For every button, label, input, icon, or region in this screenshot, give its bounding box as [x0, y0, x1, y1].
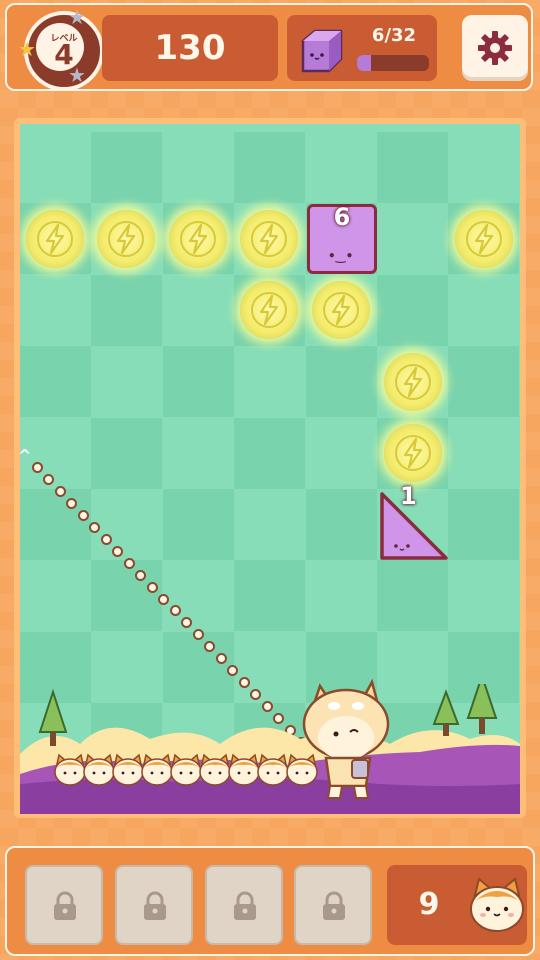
score-value: 130	[154, 28, 226, 68]
board-cell	[377, 132, 448, 203]
board-cell	[91, 132, 163, 203]
score-box: 130	[102, 15, 278, 81]
board-cell	[234, 132, 306, 203]
lock-icon	[54, 891, 76, 920]
locked-slot-1[interactable]	[25, 865, 103, 945]
lightning-powerup	[240, 281, 298, 339]
board-cell	[20, 346, 91, 418]
lightning-powerup	[97, 210, 155, 268]
star-icon: ★	[18, 37, 36, 61]
lightning-icon	[323, 292, 359, 328]
progress-text: 6/32	[371, 25, 417, 46]
lightning-icon	[466, 221, 502, 257]
board-cell	[234, 417, 306, 489]
board-cell	[91, 560, 163, 632]
board-cell	[162, 346, 234, 418]
aim-marker: ^	[20, 446, 32, 465]
board-cell	[377, 274, 448, 346]
aim-dot	[169, 605, 181, 617]
lightning-powerup	[240, 210, 298, 268]
aim-dot	[32, 462, 43, 473]
bottom-bar: 9	[5, 846, 535, 956]
lightning-icon	[251, 221, 287, 257]
aim-dot	[215, 653, 227, 665]
ground-scenery	[20, 684, 520, 814]
cube-icon	[301, 29, 343, 73]
block-hit-count: 6	[333, 203, 351, 231]
aim-dot	[123, 557, 135, 569]
progress-track	[357, 55, 429, 71]
board-cell	[377, 560, 448, 632]
board-cell	[20, 489, 91, 560]
aim-dot	[158, 593, 170, 605]
lock-icon	[234, 891, 256, 920]
lock-icon	[323, 891, 345, 920]
square-block: 6 •‿•	[307, 203, 377, 274]
aim-dot	[100, 533, 112, 545]
ball-count: 9	[418, 887, 440, 922]
board-cell	[305, 346, 377, 418]
board-cell	[305, 489, 377, 560]
aim-dot	[135, 569, 147, 581]
board-cell	[448, 489, 520, 560]
level-badge: レベル 4 ★ ★ ★	[18, 7, 108, 95]
lightning-icon	[251, 292, 287, 328]
aim-dot	[146, 581, 158, 593]
top-bar: レベル 4 ★ ★ ★ 130 6/32	[5, 3, 533, 91]
block-face: •‿•	[328, 249, 354, 263]
lightning-icon	[108, 221, 144, 257]
player-cat	[302, 678, 390, 799]
lightning-powerup	[384, 424, 442, 482]
lightning-powerup	[26, 210, 84, 268]
aim-dot	[43, 473, 55, 485]
lightning-powerup	[455, 210, 513, 268]
aim-dot	[227, 665, 239, 677]
aim-dot	[77, 509, 89, 521]
aim-dot	[112, 545, 124, 557]
locked-slot-3[interactable]	[205, 865, 283, 945]
lock-icon	[144, 891, 166, 920]
board-cell	[162, 489, 234, 560]
game-board[interactable]: 6 •‿• 1 ^	[20, 124, 520, 814]
star-icon: ★	[68, 63, 86, 87]
board-cell	[91, 417, 163, 489]
progress-fill	[357, 55, 371, 71]
ball-count-box[interactable]: 9	[387, 865, 527, 945]
lightning-powerup	[384, 353, 442, 411]
settings-button[interactable]	[462, 15, 528, 81]
aim-dot	[54, 485, 66, 497]
lightning-icon	[395, 435, 431, 471]
lightning-icon	[37, 221, 73, 257]
star-icon: ★	[68, 5, 86, 29]
locked-slot-4[interactable]	[294, 865, 372, 945]
aim-dot	[181, 617, 193, 629]
block-progress: 6/32	[287, 15, 437, 81]
lightning-icon	[180, 221, 216, 257]
lightning-icon	[395, 364, 431, 400]
triangle-hit-count: 1	[400, 482, 417, 510]
board-cell	[91, 274, 163, 346]
gear-icon	[478, 31, 512, 65]
locked-slot-2[interactable]	[115, 865, 193, 945]
board-cell	[234, 560, 306, 632]
aim-dot	[89, 521, 101, 533]
board-cell	[448, 346, 520, 418]
lightning-powerup	[312, 281, 370, 339]
lightning-powerup	[169, 210, 227, 268]
cat-head-icon	[470, 877, 524, 932]
